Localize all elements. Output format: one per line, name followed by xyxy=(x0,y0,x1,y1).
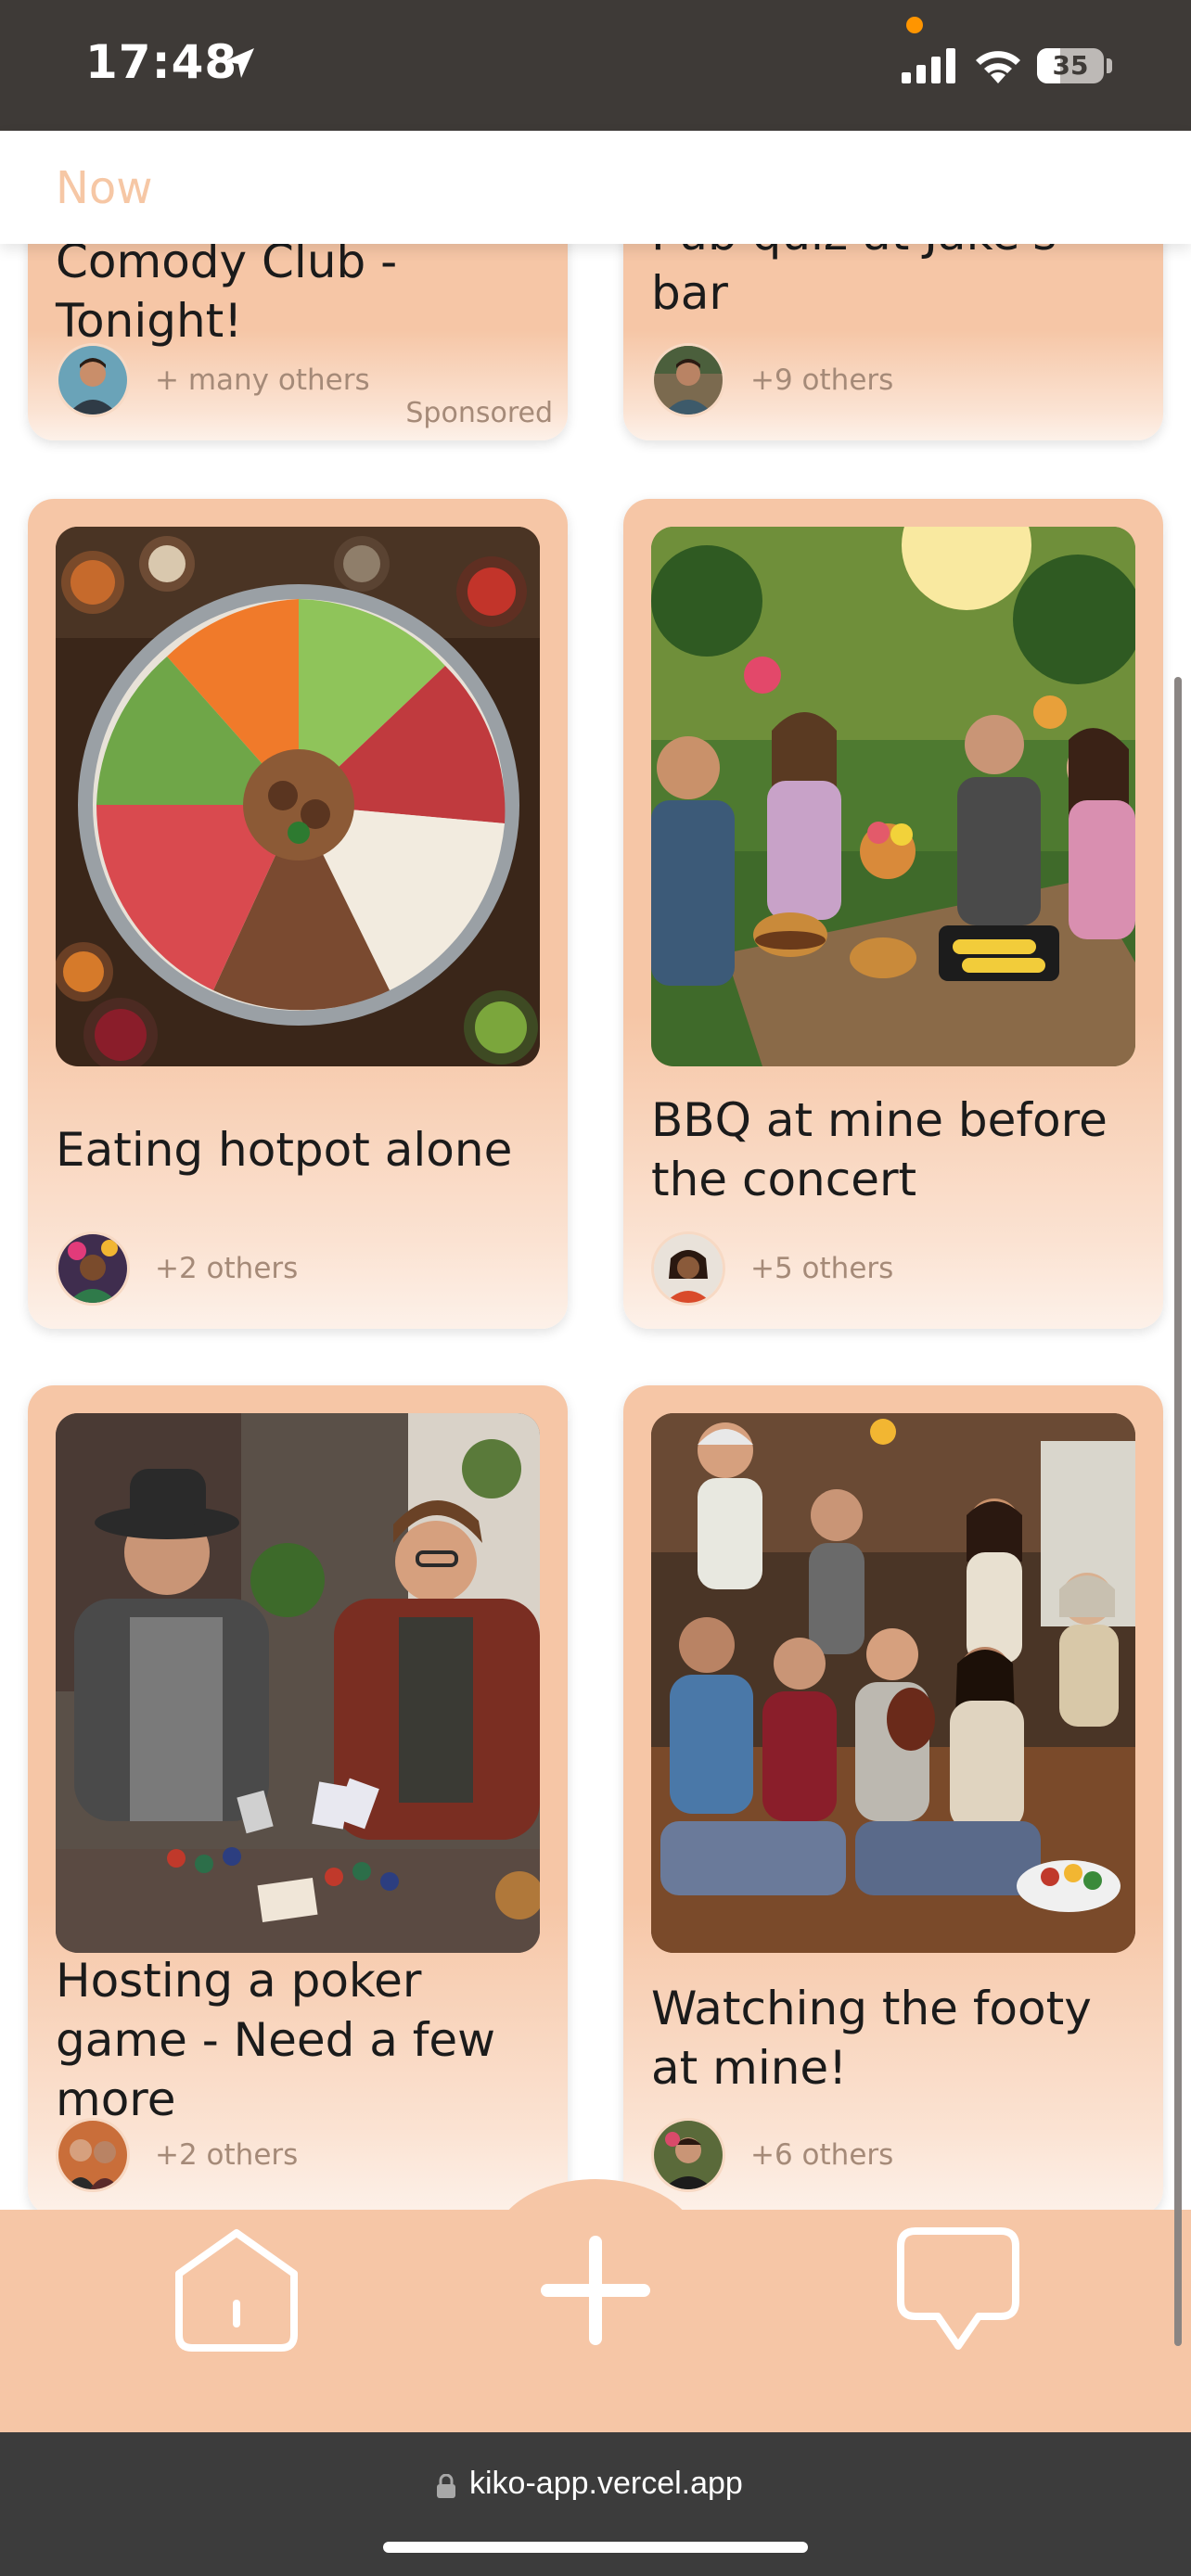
chat-bubble-icon[interactable] xyxy=(893,2224,1023,2353)
mic-in-use-indicator xyxy=(906,17,923,33)
host-avatar xyxy=(56,2118,130,2192)
event-card-bbq[interactable]: BBQ at mine before the concert +5 others xyxy=(623,499,1163,1329)
attendees-count: + many others xyxy=(155,363,370,397)
event-image-poker xyxy=(56,1413,540,1953)
card-title: Comody Club - Tonight! xyxy=(56,235,398,348)
sponsored-badge: Sponsored xyxy=(405,397,553,429)
attendees-count: +9 others xyxy=(750,363,894,397)
battery-icon: 35 xyxy=(1037,48,1104,83)
home-icon[interactable] xyxy=(172,2225,301,2355)
wifi-icon xyxy=(976,51,1020,83)
battery-percentage: 35 xyxy=(1052,50,1089,81)
card-title: Eating hotpot alone xyxy=(56,1123,513,1177)
host-avatar xyxy=(651,343,725,417)
host-avatar xyxy=(56,343,130,417)
attendees-count: +2 others xyxy=(155,1252,299,1285)
app-header: Now xyxy=(0,131,1191,244)
page-title: Now xyxy=(56,162,153,214)
event-image-hotpot xyxy=(56,527,540,1066)
location-arrow-icon xyxy=(224,48,254,78)
host-avatar xyxy=(651,2118,725,2192)
url-text[interactable]: kiko-app.vercel.app xyxy=(469,2466,743,2502)
host-avatar xyxy=(651,1231,725,1306)
battery-cap xyxy=(1107,58,1112,73)
status-time: 17:48 xyxy=(85,35,238,89)
event-card-hotpot[interactable]: Eating hotpot alone +2 others xyxy=(28,499,568,1329)
card-title: Hosting a poker game - Need a few more xyxy=(56,1954,496,2126)
browser-address-bar[interactable]: kiko-app.vercel.app xyxy=(0,2432,1191,2576)
attendees-count: +2 others xyxy=(155,2138,299,2172)
signal-icon xyxy=(902,48,955,83)
attendees-count: +6 others xyxy=(750,2138,894,2172)
scrollbar[interactable] xyxy=(1174,677,1182,2346)
event-card-poker[interactable]: Hosting a poker game - Need a few more +… xyxy=(28,1385,568,2215)
status-bar: 17:48 35 xyxy=(0,0,1191,131)
card-title: Watching the footy at mine! xyxy=(651,1982,1092,2095)
attendees-count: +5 others xyxy=(750,1252,894,1285)
lock-icon xyxy=(437,2474,455,2498)
card-title: BBQ at mine before the concert xyxy=(651,1093,1108,1206)
home-indicator xyxy=(383,2542,808,2553)
event-card-footy[interactable]: Watching the footy at mine! +6 others xyxy=(623,1385,1163,2215)
event-image-bbq xyxy=(651,527,1135,1066)
host-avatar xyxy=(56,1231,130,1306)
plus-icon[interactable] xyxy=(540,2235,651,2346)
event-image-footy xyxy=(651,1413,1135,1953)
